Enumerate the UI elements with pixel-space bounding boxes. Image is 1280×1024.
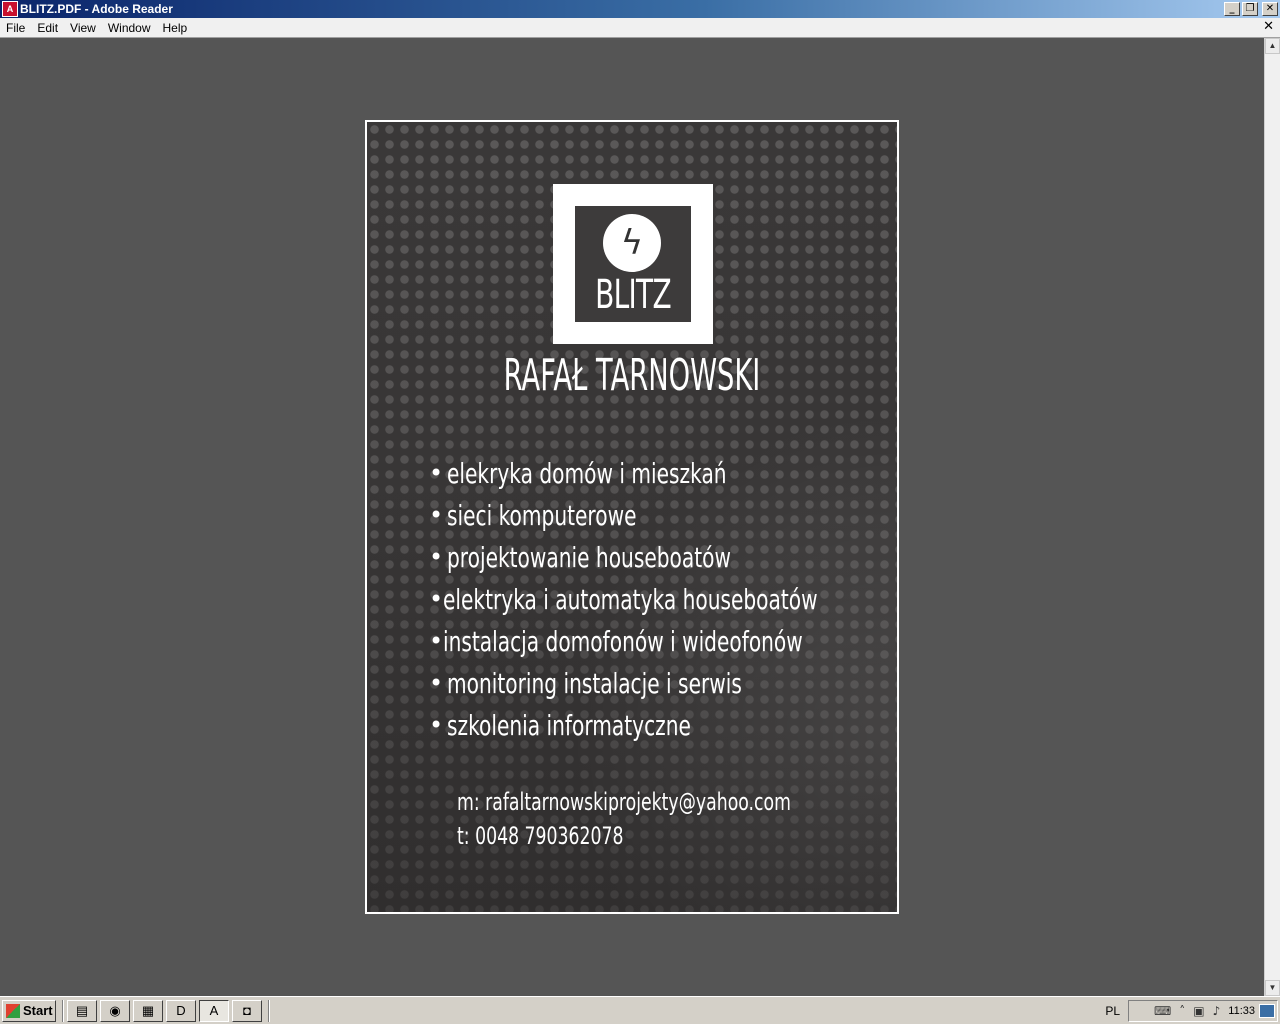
list-item: • projektowanie houseboatów (429, 536, 897, 578)
service-text: sieci komputerowe (447, 498, 637, 532)
windows-logo-icon (6, 1003, 20, 1018)
folder-icon[interactable]: ▤ (67, 999, 97, 1022)
bullet: • (429, 711, 444, 739)
service-text: projektowanie houseboatów (447, 540, 731, 574)
taskbar-separator (268, 999, 270, 1022)
app-icon[interactable]: ◘ (232, 999, 262, 1022)
menu-view[interactable]: View (64, 18, 102, 38)
scroll-down-button[interactable]: ▼ (1265, 980, 1280, 996)
blitz-logo: ϟ BLITZ (553, 184, 713, 344)
keyboard-icon[interactable]: ⌨ (1154, 1004, 1171, 1018)
list-item: • monitoring instalacje i serwis (429, 662, 897, 704)
close-document-icon[interactable]: ✕ (1263, 19, 1274, 34)
service-text: elekryka domów i mieszkań (447, 456, 727, 490)
minimize-button[interactable]: _ (1224, 2, 1240, 16)
d-app-icon[interactable]: D (166, 999, 196, 1022)
window-title: BLITZ.PDF - Adobe Reader (20, 2, 173, 16)
lightning-bolt-icon: ϟ (603, 214, 661, 272)
show-desktop-icon[interactable] (1259, 1004, 1275, 1018)
contact-info: m: rafaltarnowskiprojekty@yahoo.com t: 0… (457, 788, 897, 856)
start-button[interactable]: Start (2, 999, 56, 1022)
list-item: • szkolenia informatyczne (429, 704, 897, 746)
menu-bar: File Edit View Window Help ✕ (0, 18, 1280, 38)
volume-icon[interactable]: ♪ (1213, 1004, 1221, 1018)
start-label: Start (23, 1003, 53, 1018)
pdf-page: ϟ BLITZ RAFAŁ TARNOWSKI • elekryka domów … (365, 120, 899, 914)
bullet: • (429, 543, 444, 571)
service-text: elektryka i automatyka houseboatów (443, 582, 818, 616)
service-text: monitoring instalacje i serwis (447, 666, 742, 700)
document-icon[interactable]: ▦ (133, 999, 163, 1022)
list-item: • elektryka i automatyka houseboatów (429, 578, 897, 620)
menu-window[interactable]: Window (102, 18, 157, 38)
clock[interactable]: 11:33 (1228, 1005, 1255, 1017)
list-item: • elekryka domów i mieszkań (429, 452, 897, 494)
network-icon[interactable]: ▣ (1193, 1004, 1204, 1018)
service-text: instalacja domofonów i wideofonów (443, 624, 803, 658)
person-name: RAFAŁ TARNOWSKI (503, 350, 761, 401)
bullet: • (429, 627, 444, 655)
close-button[interactable]: ✕ (1262, 2, 1278, 16)
taskbar: Start ▤ ◉ ▦ D A ◘ PL ⌨ ˄ ▣ ♪ 11:33 (0, 996, 1280, 1024)
list-item: • instalacja domofonów i wideofonów (429, 620, 897, 662)
services-list: • elekryka domów i mieszkań • sieci komput… (429, 452, 897, 746)
scroll-up-button[interactable]: ▲ (1265, 38, 1280, 54)
email-text: m: rafaltarnowskiprojekty@yahoo.com (457, 788, 791, 816)
expand-tray-icon[interactable]: ˄ (1179, 1004, 1185, 1018)
restore-button[interactable]: ❐ (1242, 2, 1258, 16)
phone-line: t: 0048 790362078 (457, 822, 897, 856)
title-bar[interactable]: A BLITZ.PDF - Adobe Reader _ ❐ ✕ (0, 0, 1280, 18)
firefox-icon[interactable]: ◉ (100, 999, 130, 1022)
list-item: • sieci komputerowe (429, 494, 897, 536)
system-tray: ⌨ ˄ ▣ ♪ 11:33 (1128, 1000, 1278, 1022)
vertical-scrollbar[interactable]: ▲ ▼ (1264, 38, 1280, 996)
language-indicator[interactable]: PL (1105, 1004, 1120, 1018)
taskbar-separator (62, 999, 64, 1022)
bullet: • (429, 501, 444, 529)
adobe-reader-icon: A (2, 1, 18, 17)
adobe-reader-icon[interactable]: A (199, 999, 229, 1022)
phone-text: t: 0048 790362078 (457, 822, 624, 850)
email-line: m: rafaltarnowskiprojekty@yahoo.com (457, 788, 897, 822)
menu-edit[interactable]: Edit (31, 18, 64, 38)
service-text: szkolenia informatyczne (447, 708, 691, 742)
logo-text: BLITZ (595, 272, 672, 318)
bullet: • (429, 585, 444, 613)
bullet: • (429, 459, 444, 487)
bullet: • (429, 669, 444, 697)
menu-file[interactable]: File (0, 18, 31, 38)
menu-help[interactable]: Help (157, 18, 194, 38)
